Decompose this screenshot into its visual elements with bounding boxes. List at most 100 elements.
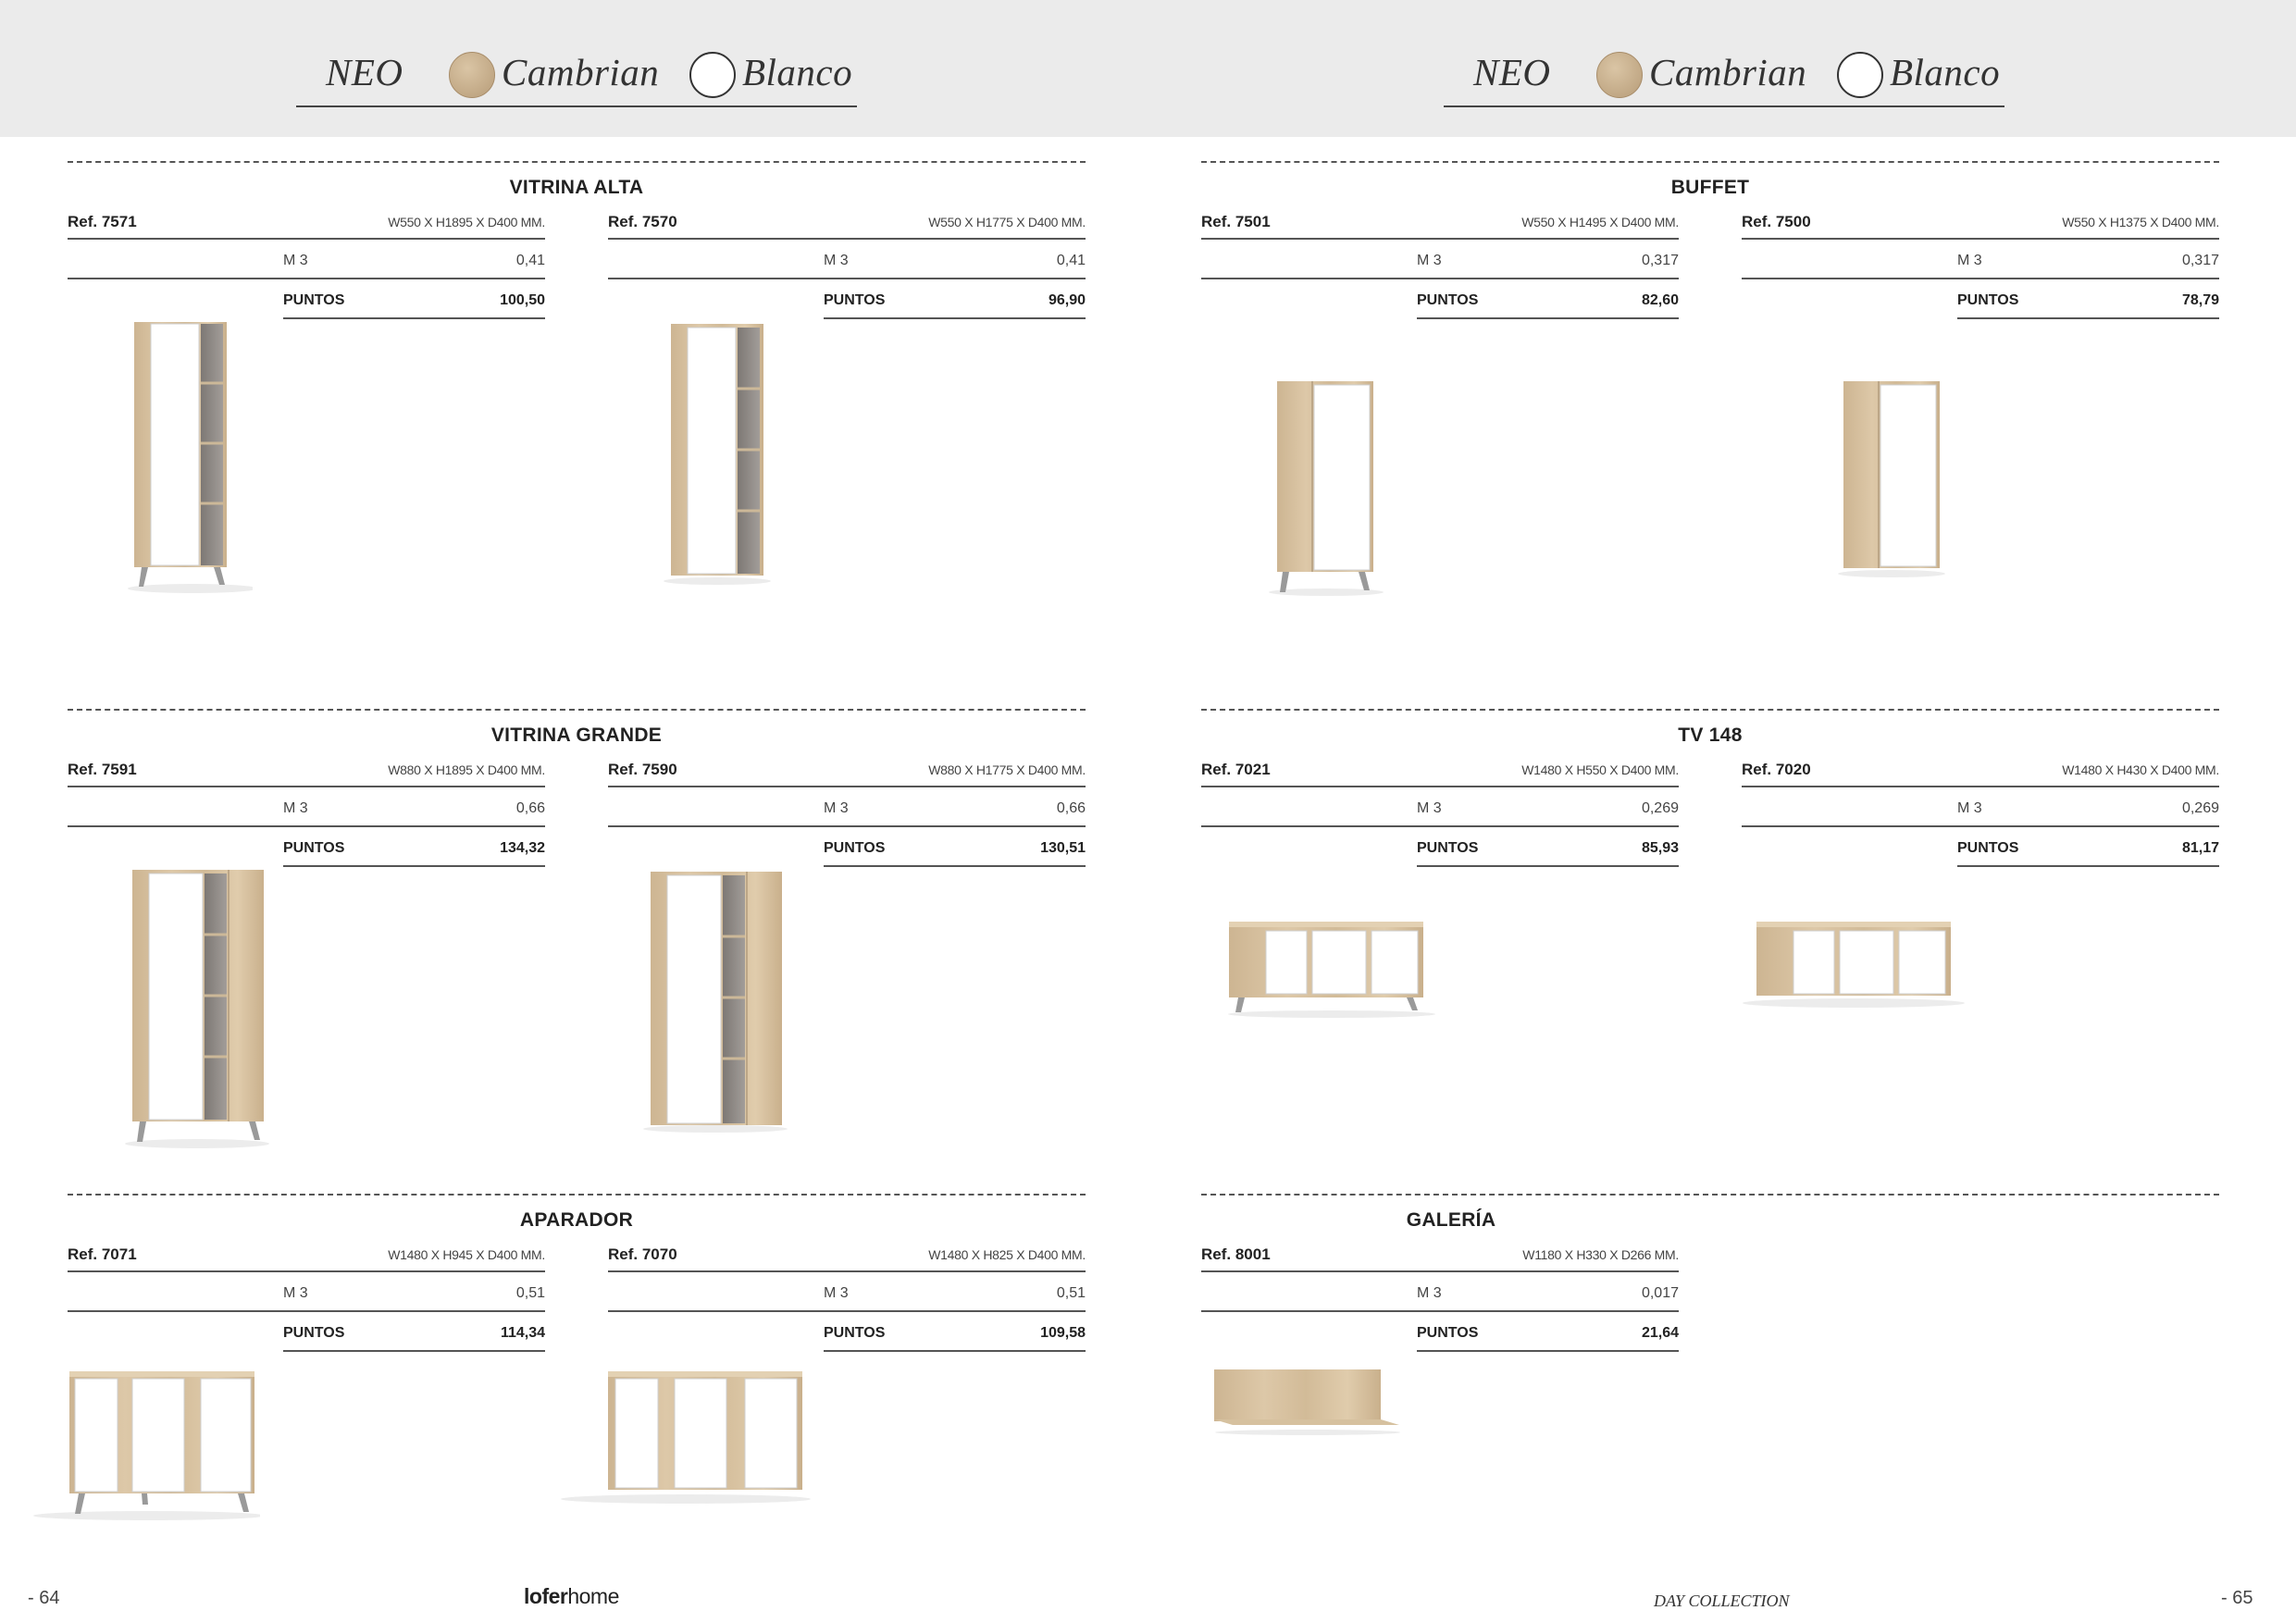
collection-name: NEO [326,51,403,93]
puntos-label: PUNTOS [283,1325,345,1341]
puntos-label: PUNTOS [1417,292,1479,308]
puntos-value: 134,32 [500,840,545,856]
divider [608,238,1086,240]
divider [68,238,545,240]
m3-value: 0,317 [2181,253,2219,268]
section-divider [1201,1194,2219,1196]
m3-label: M 3 [1417,1285,1442,1301]
m3-label: M 3 [824,1285,849,1301]
section-title: VITRINA GRANDE [490,725,663,746]
section-vitrina-grande: VITRINA GRANDE Ref. 7591 W880 X H1895 X … [68,709,1086,1171]
m3-value: 0,317 [1641,253,1679,268]
divider [1417,317,1679,319]
product-ref: Ref. 8001 [1201,1245,1271,1263]
product-dims: W1480 X H430 X D400 MM. [2062,762,2219,777]
section-divider [1201,709,2219,711]
section-galeria: GALERÍA Ref. 8001 W1180 X H330 X D266 MM… [1201,1194,2219,1564]
section-title: TV 148 [1678,725,1743,746]
puntos-label: PUNTOS [824,840,886,856]
m3-value: 0,66 [1056,800,1086,816]
puntos-label: PUNTOS [1957,840,2019,856]
product-dims: W1480 X H550 X D400 MM. [1521,762,1679,777]
divider [283,317,545,319]
divider [608,825,1086,827]
brand-logo-bold: lofer [524,1584,568,1608]
puntos-value: 114,34 [500,1325,545,1341]
product-image-8001 [1214,1369,1400,1435]
divider [1957,865,2219,867]
divider [1201,1270,1679,1272]
divider [68,1270,545,1272]
m3-value: 0,51 [515,1285,545,1301]
section-aparador: APARADOR Ref. 7071 W1480 X H945 X D400 M… [33,1194,1086,1564]
section-title: BUFFET [1670,177,1750,198]
finish-cambrian: Cambrian [1649,51,1807,93]
m3-value: 0,51 [1056,1285,1086,1301]
puntos-value: 78,79 [2181,292,2219,308]
puntos-label: PUNTOS [1417,840,1479,856]
product-ref: Ref. 7591 [68,761,137,778]
divider [824,865,1086,867]
header-left: NEO Cambrian Blanco [296,35,857,107]
finish-blanco: Blanco [742,51,853,93]
m3-label: M 3 [824,800,849,816]
divider [1201,238,1679,240]
divider [608,1310,1086,1312]
product-dims: W550 X H1895 X D400 MM. [388,215,545,229]
section-tv-148: TV 148 Ref. 7021 W1480 X H550 X D400 MM.… [1201,709,2219,1171]
section-vitrina-alta: VITRINA ALTA Ref. 7571 W550 X H1895 X D4… [68,161,1086,679]
divider [68,278,545,279]
m3-value: 0,41 [1056,253,1086,268]
puntos-label: PUNTOS [283,840,345,856]
divider [283,865,545,867]
m3-label: M 3 [1957,800,1982,816]
product-dims: W1180 X H330 X D266 MM. [1522,1247,1679,1262]
product-image-7500 [1838,381,1945,577]
section-title: APARADOR [519,1209,634,1231]
divider [1201,1310,1679,1312]
product-image-7570 [664,324,771,585]
divider [1742,238,2219,240]
product-dims: W1480 X H945 X D400 MM. [388,1247,545,1262]
cambrian-swatch-icon [449,52,495,98]
divider [283,1350,545,1352]
product-dims: W880 X H1895 X D400 MM. [388,762,545,777]
product-ref: Ref. 7500 [1742,213,1811,230]
m3-label: M 3 [283,1285,308,1301]
divider [608,1270,1086,1272]
divider [1742,786,2219,787]
m3-value: 0,269 [2181,800,2219,816]
finish-blanco: Blanco [1890,51,2001,93]
section-divider [68,1194,1086,1196]
divider [1957,317,2219,319]
product-ref: Ref. 7071 [68,1245,137,1263]
section-title: GALERÍA [1406,1209,1496,1231]
puntos-label: PUNTOS [824,1325,886,1341]
divider [608,786,1086,787]
m3-value: 0,41 [515,253,545,268]
section-buffet: BUFFET Ref. 7501 W550 X H1495 X D400 MM.… [1201,161,2219,679]
m3-label: M 3 [283,800,308,816]
product-ref: Ref. 7570 [608,213,677,230]
puntos-value: 81,17 [2181,840,2219,856]
product-image-7021 [1228,922,1435,1018]
m3-label: M 3 [1957,253,1982,268]
puntos-value: 96,90 [1048,292,1086,308]
product-dims: W880 X H1775 X D400 MM. [928,762,1086,777]
m3-label: M 3 [283,253,308,268]
puntos-value: 21,64 [1641,1325,1679,1341]
collection-name: NEO [1473,51,1551,93]
blanco-swatch-icon [1837,52,1883,98]
m3-value: 0,269 [1641,800,1679,816]
puntos-value: 130,51 [1040,840,1086,856]
section-divider [1201,161,2219,163]
product-ref: Ref. 7571 [68,213,137,230]
divider [824,317,1086,319]
m3-value: 0,66 [515,800,545,816]
m3-label: M 3 [1417,800,1442,816]
product-image-7070 [561,1371,811,1504]
product-image-7020 [1743,922,1965,1008]
product-ref: Ref. 7590 [608,761,677,778]
divider [608,278,1086,279]
product-ref: Ref. 7021 [1201,761,1271,778]
